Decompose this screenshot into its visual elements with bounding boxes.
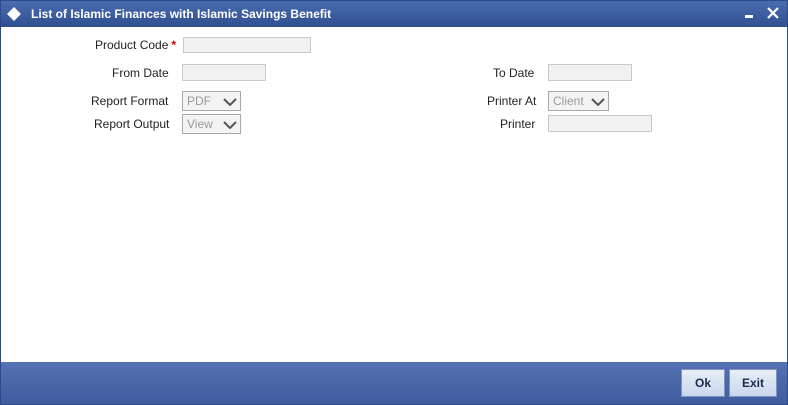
product-code-label: Product Code * [95, 38, 177, 52]
exit-button[interactable]: Exit [729, 369, 777, 397]
printer-at-label: Printer At [487, 94, 537, 108]
footer-bar: Ok Exit [1, 362, 787, 404]
report-output-value: View [187, 117, 213, 131]
diamond-icon [7, 7, 21, 21]
window-title: List of Islamic Finances with Islamic Sa… [31, 7, 332, 21]
chevron-down-icon [591, 95, 605, 107]
printer-label: Printer [500, 117, 536, 131]
report-output-label: Report Output [94, 117, 170, 131]
title-bar[interactable]: List of Islamic Finances with Islamic Sa… [1, 1, 787, 27]
chevron-down-icon [223, 95, 237, 107]
report-format-value: PDF [187, 94, 211, 108]
printer-at-select[interactable]: Client [548, 91, 609, 111]
to-date-label: To Date [493, 66, 535, 80]
report-format-label: Report Format [91, 94, 169, 108]
required-marker: * [171, 38, 177, 52]
report-output-select[interactable]: View [182, 114, 241, 134]
from-date-label: From Date [112, 66, 169, 80]
report-format-select[interactable]: PDF [182, 91, 241, 111]
ok-button[interactable]: Ok [681, 369, 725, 397]
close-icon[interactable] [765, 5, 781, 21]
from-date-input[interactable] [182, 64, 266, 81]
chevron-down-icon [223, 118, 237, 130]
to-date-input[interactable] [548, 64, 632, 81]
printer-at-value: Client [553, 94, 584, 108]
printer-input[interactable] [548, 115, 652, 132]
minimize-icon[interactable] [742, 5, 758, 21]
product-code-input[interactable] [183, 37, 311, 53]
dialog-window: List of Islamic Finances with Islamic Sa… [0, 0, 788, 405]
